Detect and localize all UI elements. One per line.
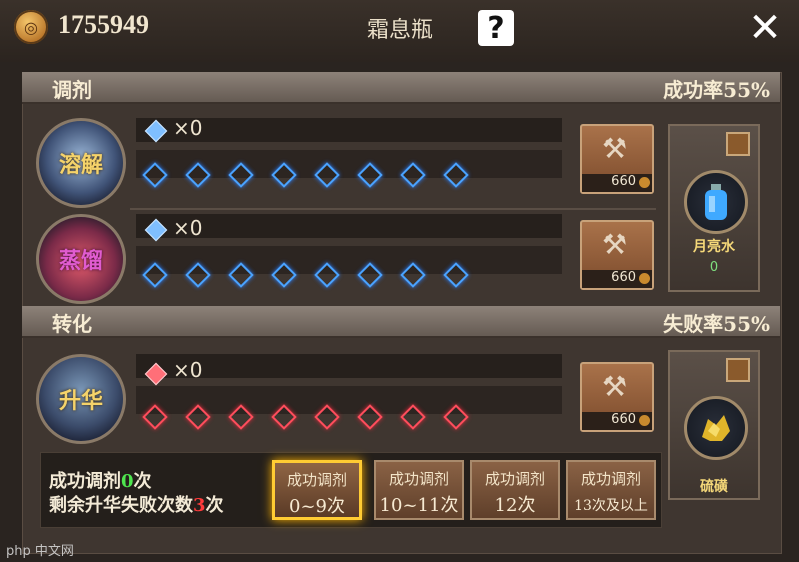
- material-card-moonwater[interactable]: 月亮水 0: [668, 124, 760, 292]
- coin-icon: [639, 177, 650, 188]
- coin-icon: [639, 273, 650, 284]
- moonwater-bottle-icon: [684, 170, 748, 234]
- potion-label: 升华: [58, 388, 103, 414]
- gem-count: ×0: [173, 358, 203, 382]
- craft-button[interactable]: ⚒ 660: [580, 220, 654, 290]
- craft-button[interactable]: ⚒ 660: [580, 124, 654, 194]
- hammer-icon: ⚒: [602, 228, 628, 261]
- gem-count: ×0: [173, 116, 203, 140]
- watermark: php 中文网: [6, 544, 74, 559]
- cost-label: 660: [582, 412, 652, 430]
- transform-row-1: 升华 ×0 ⚒ 660: [30, 354, 655, 450]
- blend-title: 调剂: [52, 78, 92, 102]
- transform-title: 转化: [52, 312, 92, 336]
- material-name: 硫磺: [700, 479, 728, 495]
- potion-label: 溶解: [58, 152, 103, 178]
- divider: [130, 208, 656, 210]
- tier-12[interactable]: 成功调剂 12次: [470, 460, 560, 520]
- tier-range: 0~9次: [289, 496, 345, 517]
- gem-count: ×0: [173, 216, 203, 240]
- blend-section-header: 调剂 成功率55%: [22, 72, 780, 104]
- potion-icon[interactable]: 蒸馏: [36, 214, 126, 304]
- potion-icon[interactable]: 升华: [36, 354, 126, 444]
- tier-label: 成功调剂: [388, 470, 449, 488]
- material-name: 月亮水: [693, 239, 735, 255]
- blend-row-1: 溶解 ×0 ⚒ 660: [30, 116, 655, 214]
- coin-icon: ◎: [14, 10, 48, 44]
- tier-range: 10~11次: [379, 495, 459, 516]
- tier-10-11[interactable]: 成功调剂 10~11次: [374, 460, 464, 520]
- cost-label: 660: [582, 174, 652, 192]
- hammer-icon: ⚒: [602, 370, 628, 403]
- cost-label: 660: [582, 270, 652, 288]
- currency-value: 1755949: [58, 10, 149, 39]
- tier-0-9[interactable]: 成功调剂 0~9次: [272, 460, 362, 520]
- potion-label: 蒸馏: [58, 248, 103, 274]
- potion-icon[interactable]: 溶解: [36, 118, 126, 208]
- sulfur-icon: [684, 396, 748, 460]
- transform-section-header: 转化 失败率55%: [22, 306, 780, 338]
- material-qty: 0: [709, 260, 719, 275]
- craft-button[interactable]: ⚒ 660: [580, 362, 654, 432]
- hammer-icon: ⚒: [602, 132, 628, 165]
- help-button[interactable]: ?: [478, 10, 514, 46]
- tier-label: 成功调剂: [580, 470, 641, 488]
- tier-range: 12次: [494, 495, 536, 516]
- tier-label: 成功调剂: [286, 471, 347, 489]
- tier-range: 13次及以上: [574, 498, 648, 514]
- tier-13-plus[interactable]: 成功调剂 13次及以上: [566, 460, 656, 520]
- success-count-stat: 成功调剂0次: [49, 471, 152, 492]
- tier-label: 成功调剂: [484, 470, 545, 488]
- select-checkbox[interactable]: [726, 358, 750, 382]
- blend-rate: 成功率55%: [663, 78, 770, 102]
- coin-icon: [639, 415, 650, 426]
- page-title: 霜息瓶: [366, 18, 433, 43]
- blend-row-2: 蒸馏 ×0 ⚒ 660: [30, 214, 655, 310]
- material-card-sulfur[interactable]: 硫磺: [668, 350, 760, 500]
- transform-rate: 失败率55%: [663, 312, 770, 336]
- remaining-fail-stat: 剩余升华失败次数3次: [49, 495, 224, 516]
- close-button[interactable]: ✕: [748, 8, 782, 48]
- select-checkbox[interactable]: [726, 132, 750, 156]
